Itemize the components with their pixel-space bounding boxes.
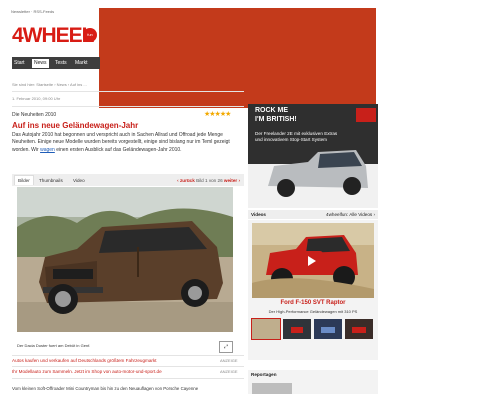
tab-thumbnails[interactable]: Thumbnails (36, 176, 66, 185)
divider (12, 366, 244, 367)
main-nav: Start News Tests Markt (12, 57, 100, 69)
video-panel: Ford F-150 SVT Raptor Der High-Performan… (248, 220, 378, 360)
video-player[interactable] (252, 223, 374, 298)
pager-next-button[interactable]: weiter › (224, 178, 240, 183)
logo-badge: fun (83, 28, 97, 42)
ad-label: ANZEIGE (220, 369, 238, 374)
article-date: 1. Februar 2010, 09:00 Uhr (12, 96, 61, 101)
nav-item-start[interactable]: Start (12, 59, 27, 68)
nav-item-news[interactable]: News (32, 59, 49, 68)
breadcrumb[interactable]: Sie sind hier: Startseite › News › Auf i… (12, 82, 87, 87)
car-photo (17, 187, 233, 332)
gallery-pager: ‹ zurück Bild 1 von 26 weiter › (177, 176, 240, 185)
divider (12, 91, 244, 92)
video-thumb[interactable] (345, 319, 373, 339)
text-ad-link[interactable]: Ihr Modellauto zum Sammeln. Jetzt im Sho… (12, 369, 162, 374)
play-icon[interactable] (299, 251, 323, 271)
reportagen-panel: Reportagen (248, 370, 378, 394)
video-thumb[interactable] (283, 319, 311, 339)
text-ad-link[interactable]: Autos kaufen und verkaufen auf Deutschla… (12, 358, 157, 363)
nav-item-tests[interactable]: Tests (53, 59, 69, 68)
video-title[interactable]: Ford F-150 SVT Raptor (248, 300, 378, 306)
gallery-tabs: Bilder Thumbnails Video ‹ zurück Bild 1 … (12, 174, 244, 186)
teaser-text-end: einen ersten Ausblick auf das Geländewag… (56, 146, 182, 153)
pager-count: Bild 1 von 26 (196, 178, 223, 183)
videos-label: Videos (251, 212, 266, 217)
sidebar-ad-subtitle: Der Freelander 2E mit exklusiven Extras … (255, 131, 338, 142)
page: Newsletter · RSS-Feeds 4WHEEL fun Start … (8, 6, 378, 394)
video-thumb[interactable] (314, 319, 342, 339)
photo-caption: Der Dacia Duster fuert am Debüt in Genf. (17, 343, 91, 348)
article-headline: Auf ins neue Geländewagen-Jahr (12, 121, 139, 130)
rating-stars-icon: ★★★★★ (204, 111, 231, 118)
site-logo[interactable]: 4WHEEL fun (12, 20, 104, 57)
top-links[interactable]: Newsletter · RSS-Feeds (11, 9, 54, 14)
teaser-link[interactable]: wagen (40, 147, 55, 153)
zoom-icon[interactable]: ⤢ (219, 341, 233, 353)
all-videos-link[interactable]: 4wheelfun: Alle Videos › (326, 210, 375, 219)
article-teaser: Das Autojahr 2010 hat begonnen und versp… (12, 132, 244, 154)
article-body: Vom kleinen Soft-Offroader Mini Countrym… (12, 386, 199, 391)
logo-text: 4WHEEL (12, 24, 95, 47)
ad-label: ANZEIGE (220, 358, 238, 363)
tab-bilder[interactable]: Bilder (14, 175, 34, 185)
article-kicker: Die Neuheiten 2010 (12, 112, 57, 118)
header-banner-ad[interactable] (99, 8, 376, 108)
pager-prev-button[interactable]: ‹ zurück (177, 178, 195, 183)
nav-item-markt[interactable]: Markt (73, 59, 90, 68)
video-subtitle: Der High-Performance Geländewagen mit 31… (268, 309, 358, 314)
divider (12, 355, 244, 356)
videos-header: Videos 4wheelfun: Alle Videos › (248, 210, 378, 219)
reportagen-image[interactable] (252, 383, 292, 394)
reportagen-label: Reportagen (251, 372, 277, 377)
video-thumb[interactable] (251, 318, 281, 340)
tab-video[interactable]: Video (70, 176, 88, 185)
sidebar-ad-title-2: I'M BRITISH! (255, 116, 297, 123)
divider (12, 106, 244, 107)
gallery-photo[interactable] (17, 187, 233, 332)
video-thumb-strip (251, 318, 374, 341)
divider (12, 378, 244, 379)
sidebar-ad-title: ROCK ME (255, 107, 289, 114)
